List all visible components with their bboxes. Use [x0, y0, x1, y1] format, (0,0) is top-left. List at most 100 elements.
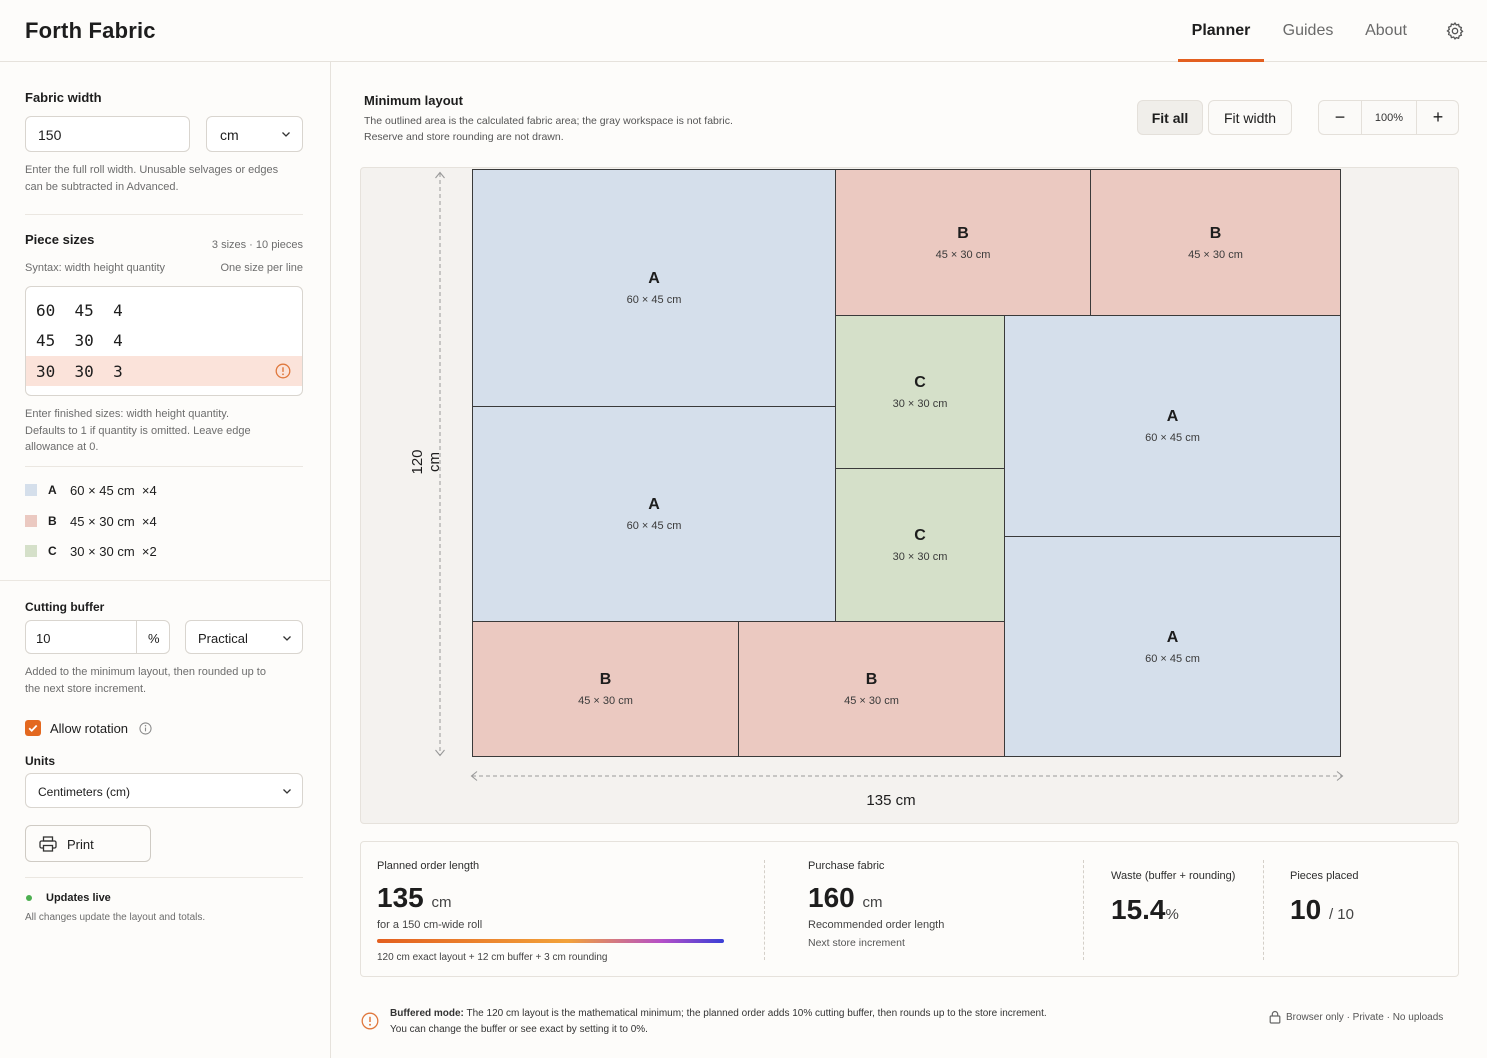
cutting-buffer-unit: %	[148, 631, 160, 646]
chevron-down-icon	[283, 636, 291, 641]
zoom-level: 100%	[1374, 111, 1404, 124]
piece-sizes-line: 60 45 4	[36, 301, 123, 320]
units-select[interactable]: Centimeters (cm)	[25, 773, 303, 808]
zoom-out-button[interactable]: −	[1319, 101, 1361, 134]
piece-letter: B	[1209, 224, 1222, 242]
legend-letter: C	[48, 544, 57, 558]
summary-panel: Planned order length 135 cm for a 150 cm…	[360, 841, 1459, 977]
piece-size: 60 × 45 cm	[1145, 432, 1200, 444]
divider	[1083, 860, 1084, 960]
purchase-fabric-label: Purchase fabric	[808, 860, 885, 872]
piece-sizes-syntax: Syntax: width height quantity	[25, 262, 166, 274]
print-label: Print	[67, 837, 94, 852]
fit-width-button[interactable]: Fit width	[1208, 100, 1292, 135]
fit-all-button[interactable]: Fit all	[1137, 100, 1203, 135]
fabric-width-label: Fabric width	[25, 90, 102, 105]
piece-size: 60 × 45 cm	[626, 520, 682, 532]
cut-piece[interactable]: B 45 × 30 cm	[738, 621, 1005, 757]
piece-sizes-textarea[interactable]: 60 45 4 45 30 4 30 30 3	[25, 286, 303, 396]
cut-piece[interactable]: C 30 × 30 cm	[835, 315, 1005, 469]
height-dimension-label: 120 cm	[409, 449, 443, 475]
waste-label: Waste (buffer + rounding)	[1111, 870, 1236, 882]
privacy-note: Browser only · Private · No uploads	[1286, 1012, 1444, 1023]
piece-size: 45 × 30 cm	[1188, 248, 1243, 261]
legend-item-b: B 45 × 30 cm ×4	[25, 513, 157, 529]
print-button[interactable]: Print	[25, 825, 151, 862]
cut-piece[interactable]: A 60 × 45 cm	[472, 169, 836, 407]
nav-tab-about[interactable]: About	[1352, 0, 1420, 61]
warning-icon[interactable]	[275, 363, 291, 379]
piece-size: 60 × 45 cm	[626, 294, 682, 306]
chevron-down-icon	[282, 132, 290, 137]
layout-title: Minimum layout	[364, 93, 463, 108]
divider	[764, 860, 765, 960]
legend-letter: B	[48, 514, 57, 528]
piece-size: 30 × 30 cm	[892, 398, 948, 410]
purchase-fabric-value: 160 cm	[808, 882, 883, 913]
divider	[25, 214, 303, 215]
fabric-width-unit: cm	[220, 127, 239, 143]
piece-sizes-summary: 3 sizes · 10 pieces	[211, 239, 303, 251]
cut-piece[interactable]: B 45 × 30 cm	[835, 169, 1091, 316]
piece-letter: C	[914, 374, 926, 391]
divider	[0, 580, 331, 581]
planned-order-sub: for a 150 cm-wide roll	[377, 919, 483, 931]
units-label: Units	[25, 754, 55, 768]
legend-swatch	[25, 484, 37, 496]
piece-letter: A	[1166, 408, 1179, 425]
width-dimension-line	[470, 771, 1344, 781]
units-value: Centimeters (cm)	[38, 785, 131, 799]
allow-rotation-checkbox[interactable]	[25, 720, 41, 736]
layout-desc: The outlined area is the calculated fabr…	[364, 115, 733, 143]
nav-tab-planner[interactable]: Planner	[1178, 0, 1264, 62]
divider	[1263, 860, 1264, 960]
buffer-mode-value: Practical	[198, 631, 248, 646]
info-icon[interactable]	[139, 722, 152, 735]
live-status-dot	[26, 895, 32, 901]
fabric-width-input[interactable]: 150	[25, 116, 190, 152]
piece-size: 45 × 30 cm	[844, 695, 899, 707]
live-status-title: Updates live	[46, 892, 111, 904]
cutting-buffer-input[interactable]: 10 %	[25, 620, 170, 654]
lock-icon	[1269, 1010, 1281, 1024]
cut-piece[interactable]: B 45 × 30 cm	[1090, 169, 1341, 316]
piece-letter: B	[865, 671, 878, 688]
legend-item-c: C 30 × 30 cm ×2	[25, 543, 157, 559]
waste-value: 15.4%	[1111, 894, 1179, 925]
divider	[25, 466, 303, 467]
brand-title: Forth Fabric	[25, 18, 156, 43]
piece-letter: A	[1166, 628, 1179, 646]
cut-piece[interactable]: A 60 × 45 cm	[1004, 315, 1341, 537]
cutting-buffer-help: Added to the minimum layout, then rounde…	[25, 666, 266, 695]
planned-order-value: 135 cm	[377, 882, 452, 913]
width-dimension-label: 135 cm	[866, 792, 916, 809]
fabric-width-unit-select[interactable]: cm	[206, 116, 303, 152]
piece-letter: A	[648, 496, 660, 513]
cut-piece[interactable]: A 60 × 45 cm	[1004, 536, 1341, 757]
cutting-buffer-label: Cutting buffer	[25, 600, 105, 614]
allow-rotation-label[interactable]: Allow rotation	[50, 721, 128, 736]
fabric-area: A 60 × 45 cm A 60 × 45 cm B 45 × 30 cm B 45 …	[472, 169, 1341, 757]
piece-sizes-line: 30 30 3	[36, 362, 123, 381]
printer-icon	[39, 836, 57, 852]
fabric-width-value: 150	[38, 127, 62, 143]
legend-swatch	[25, 515, 37, 527]
piece-letter: B	[957, 224, 969, 242]
piece-size: 45 × 30 cm	[935, 248, 991, 261]
nav-tab-guides[interactable]: Guides	[1270, 0, 1346, 61]
zoom-in-button[interactable]: +	[1417, 101, 1459, 134]
gear-icon[interactable]	[1445, 21, 1465, 41]
zoom-control: − 100% +	[1318, 100, 1459, 135]
legend-text: 45 × 30 cm ×4	[70, 513, 157, 529]
warning-icon	[361, 1012, 379, 1030]
piece-size: 60 × 45 cm	[1145, 652, 1200, 665]
divider	[136, 621, 137, 653]
piece-sizes-help: Enter finished sizes: width height quant…	[25, 408, 251, 453]
cut-piece[interactable]: B 45 × 30 cm	[472, 621, 739, 757]
piece-sizes-per-line: One size per line	[220, 262, 303, 274]
piece-letter: A	[648, 270, 660, 287]
cutting-buffer-value: 10	[36, 631, 51, 646]
cut-piece[interactable]: C 30 × 30 cm	[835, 468, 1005, 622]
cut-piece[interactable]: A 60 × 45 cm	[472, 406, 836, 622]
buffer-mode-select[interactable]: Practical	[185, 620, 303, 654]
